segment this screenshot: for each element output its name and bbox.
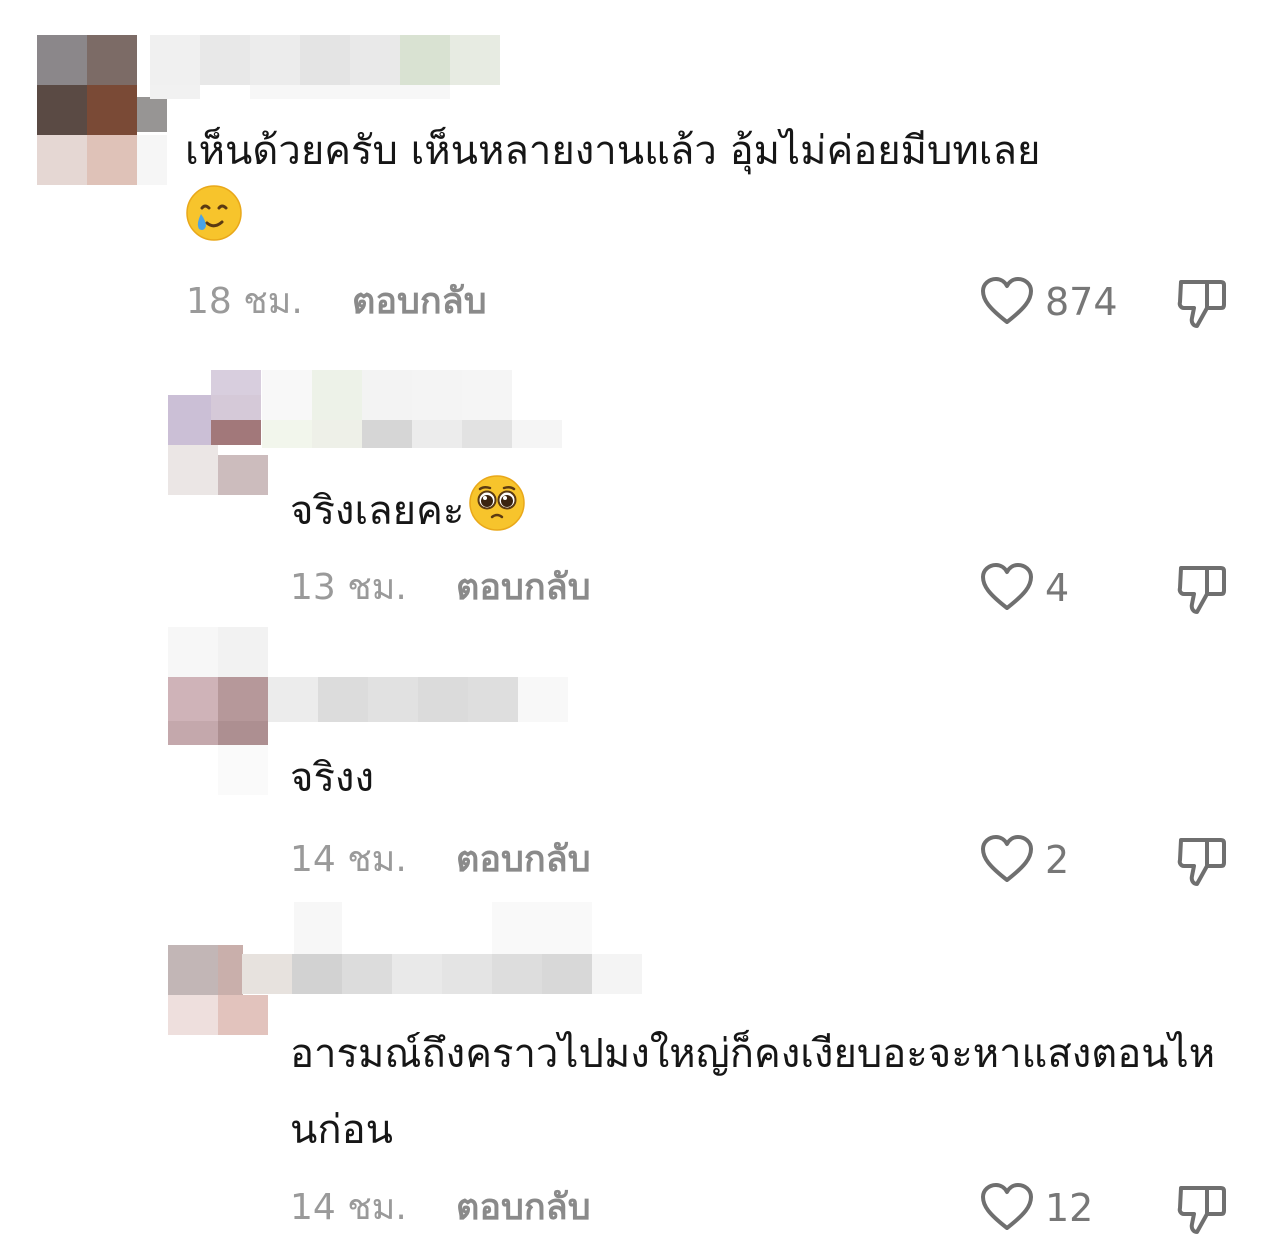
reply-button[interactable]: ตอบกลับ	[456, 838, 591, 882]
comment-body: จริงง	[290, 755, 374, 801]
reply-button[interactable]: ตอบกลับ	[456, 1186, 591, 1230]
reply-button[interactable]: ตอบกลับ	[352, 280, 487, 324]
comment-time: 13 ชม.	[290, 567, 407, 608]
comment-time: 18 ชม.	[186, 281, 303, 322]
like-count: 2	[1045, 838, 1070, 882]
like-count: 4	[1045, 566, 1070, 610]
avatar-pixelated[interactable]	[168, 627, 268, 745]
thumbs-down-icon[interactable]	[1175, 834, 1229, 888]
comment-time: 14 ชม.	[290, 839, 407, 880]
avatar-pixelated-lower	[218, 745, 268, 795]
username-pixelated[interactable]	[150, 35, 500, 99]
reply-button[interactable]: ตอบกลับ	[456, 566, 591, 610]
avatar-pixelated[interactable]	[168, 370, 268, 495]
username-pixelated[interactable]	[268, 677, 568, 725]
comment-body: อารมณ์ถึงคราวไปมงใหญ่ก็คงเงียบอะจะหาแสงต…	[290, 1031, 1216, 1153]
thumbs-down-icon[interactable]	[1175, 562, 1229, 616]
thumbs-down-icon[interactable]	[1175, 276, 1229, 330]
comment-body: จริงเลยคะ	[290, 488, 465, 534]
comment-text: อารมณ์ถึงคราวไปมงใหญ่ก็คงเงียบอะจะหาแสงต…	[290, 1016, 1235, 1168]
thumbs-down-icon[interactable]	[1175, 1182, 1229, 1236]
heart-icon[interactable]	[980, 1182, 1034, 1232]
heart-icon[interactable]	[980, 562, 1034, 612]
comment-body: เห็นด้วยครับ เห็นหลายงานแล้ว อุ้มไม่ค่อย…	[185, 128, 1041, 174]
heart-icon[interactable]	[980, 834, 1034, 884]
like-count: 12	[1045, 1186, 1094, 1230]
comment-text: เห็นด้วยครับ เห็นหลายงานแล้ว อุ้มไม่ค่อย…	[185, 118, 1245, 262]
comment-text: จริงเลยคะ	[290, 474, 1190, 552]
pleading-face-icon	[468, 474, 526, 552]
comment-text: จริงง	[290, 745, 1190, 811]
like-count: 874	[1045, 280, 1118, 324]
comment-time: 14 ชม.	[290, 1187, 407, 1228]
heart-icon[interactable]	[980, 276, 1034, 326]
smiling-face-with-tear-icon	[185, 184, 243, 262]
username-pixelated[interactable]	[262, 370, 562, 448]
username-pixelated[interactable]	[242, 902, 642, 994]
avatar-pixelated[interactable]	[37, 35, 167, 185]
